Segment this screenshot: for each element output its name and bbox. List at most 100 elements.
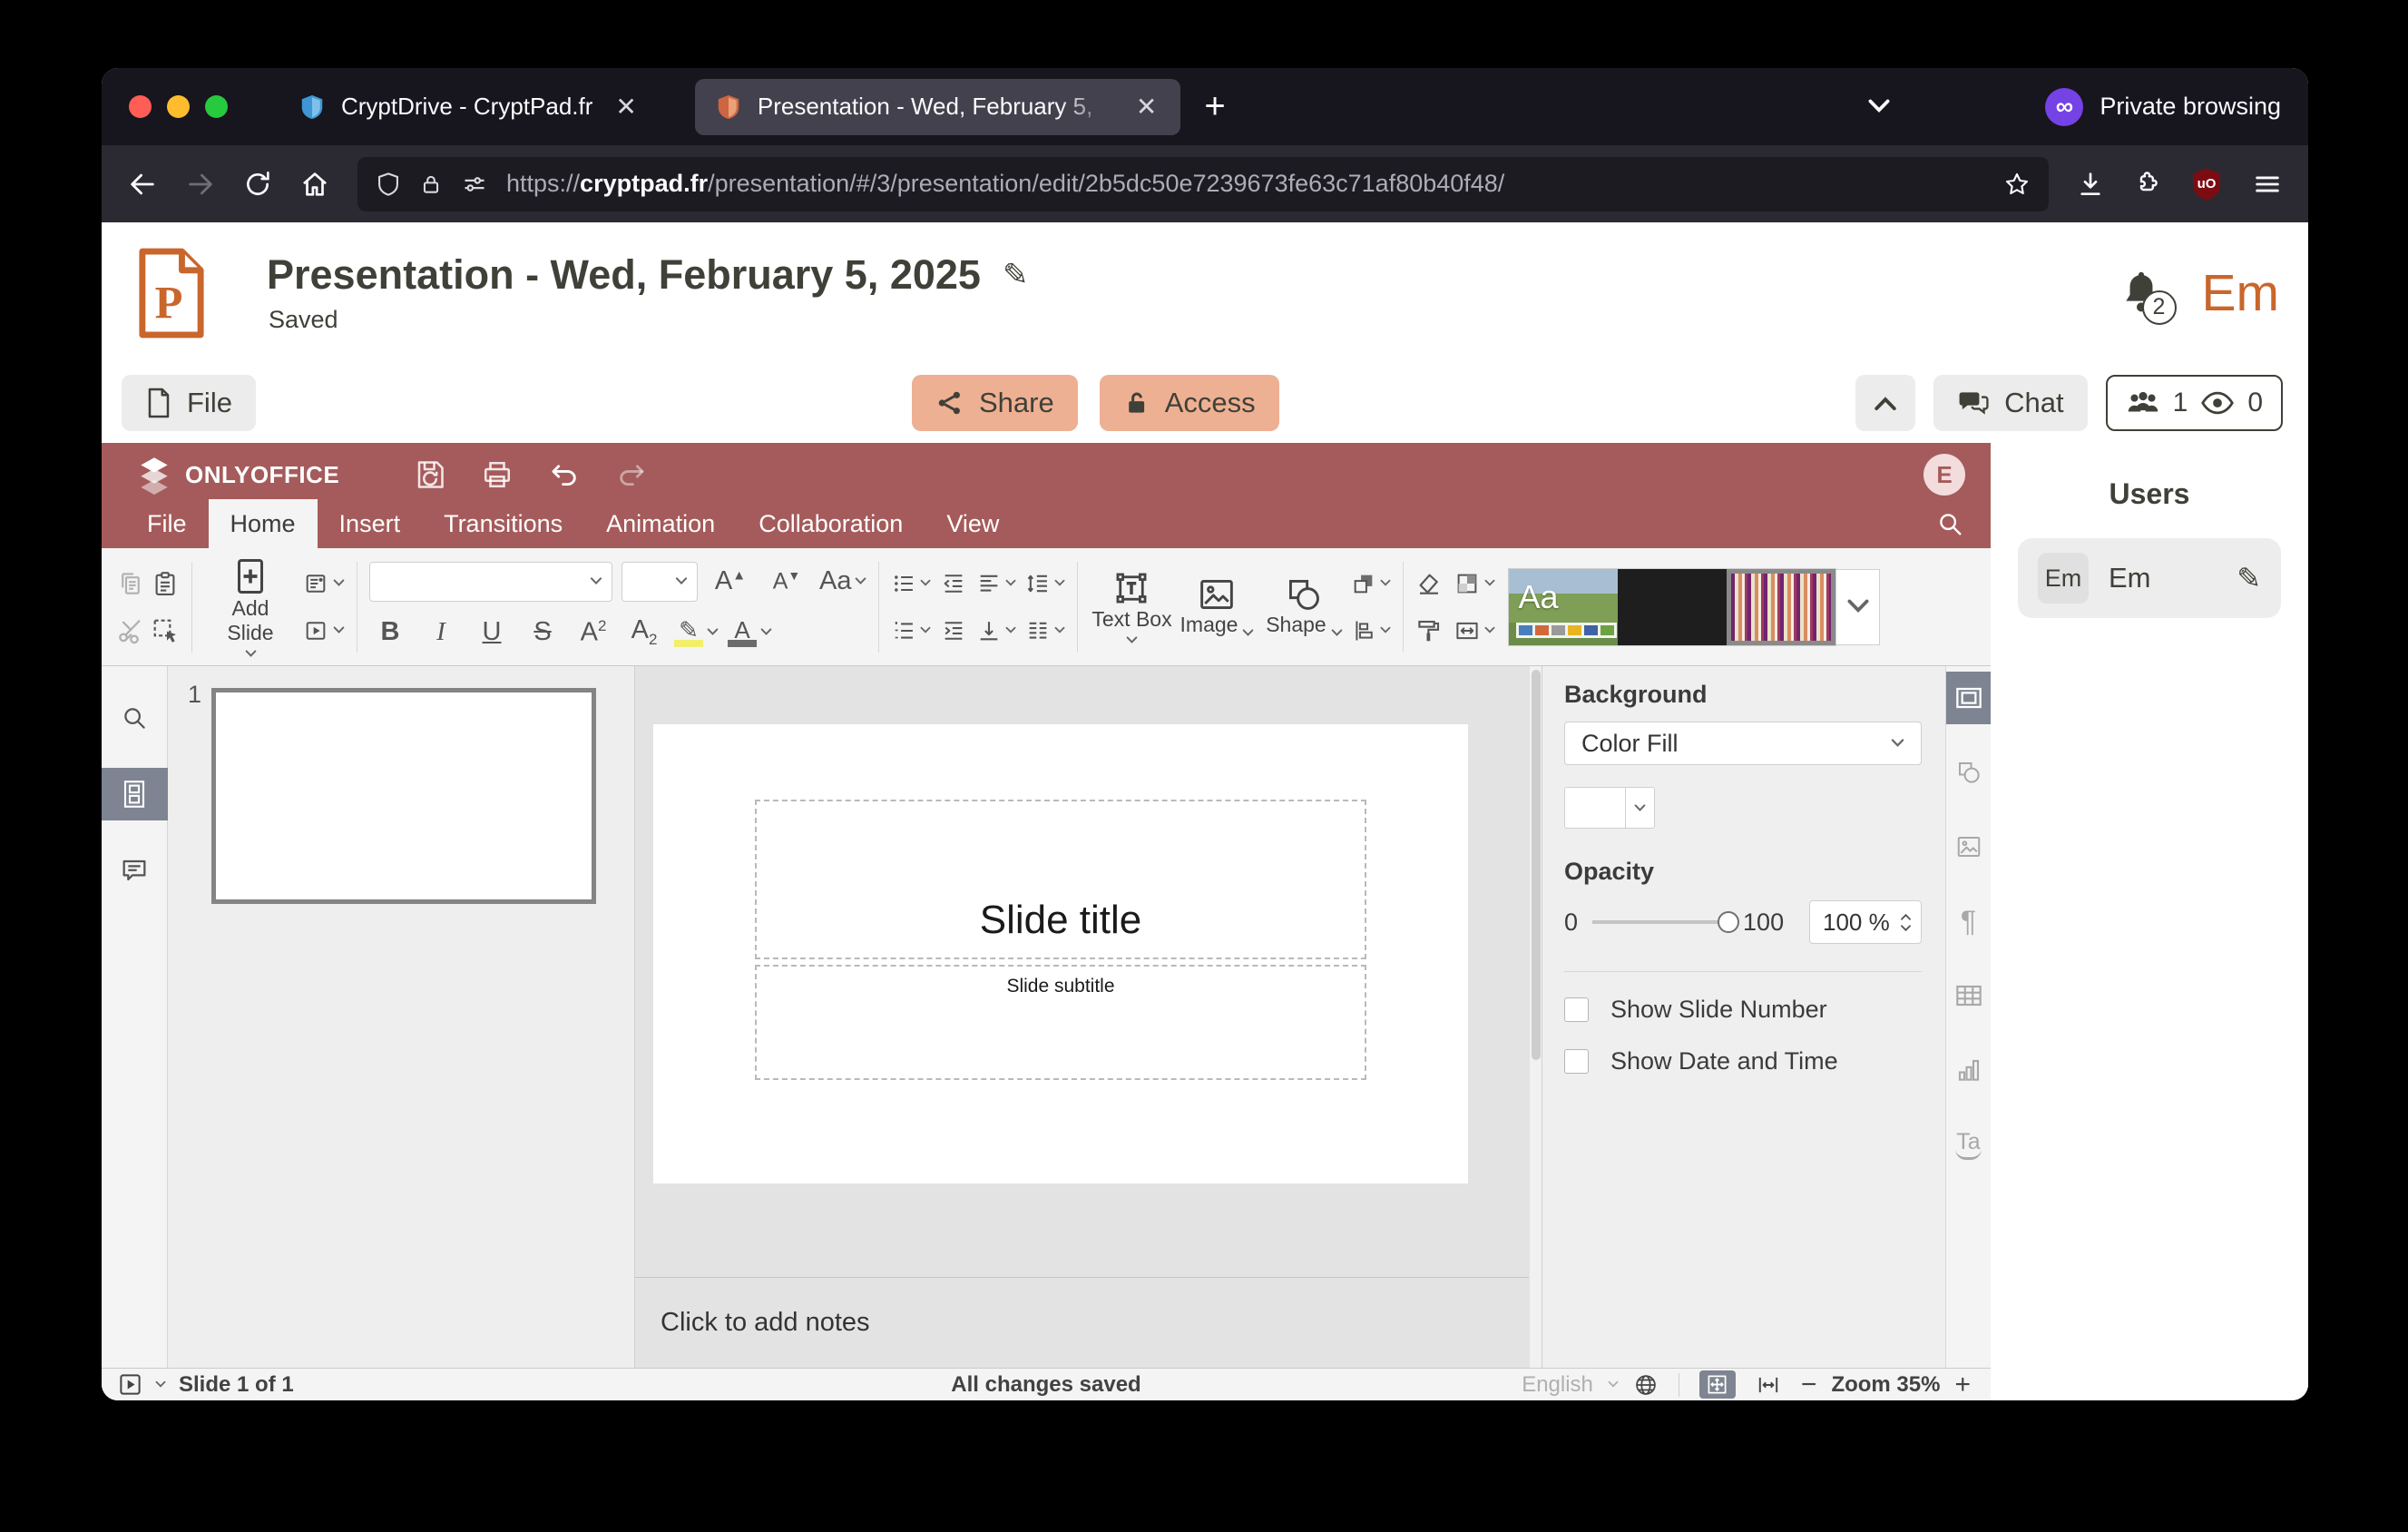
permissions-icon[interactable] bbox=[461, 172, 488, 197]
bookmark-star-icon[interactable] bbox=[2003, 171, 2031, 198]
paragraph-settings-tab[interactable]: ¶ bbox=[1946, 895, 1992, 948]
vertical-align-icon[interactable] bbox=[976, 618, 1016, 643]
horizontal-align-icon[interactable] bbox=[976, 571, 1016, 596]
find-panel-button[interactable] bbox=[102, 692, 168, 744]
undo-icon[interactable] bbox=[548, 459, 581, 490]
image-button[interactable]: Image bbox=[1173, 576, 1260, 637]
url-bar[interactable]: https://cryptpad.fr/presentation/#/3/pre… bbox=[357, 157, 2049, 211]
reload-icon[interactable] bbox=[243, 170, 272, 199]
tab-close-icon[interactable]: ✕ bbox=[608, 92, 643, 122]
access-button[interactable]: Access bbox=[1100, 375, 1279, 431]
notes-area[interactable]: Click to add notes bbox=[635, 1277, 1529, 1368]
menu-tab-insert[interactable]: Insert bbox=[318, 499, 423, 548]
themes-expand-button[interactable] bbox=[1836, 569, 1880, 645]
chat-button[interactable]: Chat bbox=[1933, 375, 2087, 431]
background-fill-select[interactable]: Color Fill bbox=[1564, 722, 1922, 765]
chart-settings-tab[interactable] bbox=[1946, 1044, 1992, 1096]
tab-cryptdrive[interactable]: CryptDrive - CryptPad.fr ✕ bbox=[299, 92, 644, 122]
strikethrough-icon[interactable]: S bbox=[522, 617, 563, 647]
decrease-indent-icon[interactable] bbox=[940, 571, 967, 596]
tab-close-icon[interactable]: ✕ bbox=[1129, 92, 1164, 122]
fill-color-swatch[interactable] bbox=[1564, 787, 1626, 829]
select-all-icon[interactable] bbox=[151, 616, 180, 645]
zoom-in-button[interactable]: + bbox=[1954, 1371, 1971, 1399]
forward-icon[interactable] bbox=[185, 169, 216, 200]
menu-tab-view[interactable]: View bbox=[925, 499, 1021, 548]
redo-icon[interactable] bbox=[615, 459, 648, 490]
superscript-icon[interactable]: A2 bbox=[573, 617, 614, 648]
increase-indent-icon[interactable] bbox=[940, 618, 967, 643]
opacity-spinner[interactable]: 100 % bbox=[1809, 900, 1922, 944]
textart-settings-tab[interactable]: Ta bbox=[1946, 1118, 1992, 1171]
fit-to-slide-button[interactable] bbox=[1699, 1370, 1736, 1399]
font-name-select[interactable] bbox=[369, 562, 612, 602]
menu-tab-transitions[interactable]: Transitions bbox=[422, 499, 584, 548]
table-settings-tab[interactable] bbox=[1946, 969, 1992, 1022]
image-settings-tab[interactable] bbox=[1946, 820, 1992, 873]
show-date-time-checkbox[interactable] bbox=[1564, 1049, 1589, 1074]
bold-icon[interactable]: B bbox=[369, 617, 411, 647]
menu-tab-home[interactable]: Home bbox=[209, 499, 318, 548]
language-chevron-icon[interactable] bbox=[1608, 1380, 1619, 1389]
highlight-color-icon[interactable]: ✎ bbox=[674, 618, 719, 647]
font-color-icon[interactable]: A bbox=[728, 618, 772, 647]
close-window-button[interactable] bbox=[129, 95, 152, 118]
scrollbar-thumb[interactable] bbox=[1532, 670, 1541, 1060]
slide-canvas-area[interactable]: Slide title Slide subtitle bbox=[635, 666, 1529, 1277]
font-size-select[interactable] bbox=[622, 562, 698, 602]
cut-icon[interactable] bbox=[116, 616, 145, 645]
slide-layout-button[interactable] bbox=[302, 571, 345, 596]
minimize-window-button[interactable] bbox=[167, 95, 190, 118]
slide-size-button[interactable] bbox=[1454, 617, 1495, 644]
extensions-puzzle-icon[interactable] bbox=[2132, 170, 2161, 199]
print-icon[interactable] bbox=[481, 458, 514, 491]
fill-color-chevron-icon[interactable] bbox=[1626, 787, 1655, 829]
spinner-up-icon[interactable] bbox=[1900, 913, 1912, 920]
slide-subtitle-placeholder[interactable]: Slide subtitle bbox=[755, 965, 1366, 1080]
fit-to-width-button[interactable] bbox=[1750, 1370, 1786, 1399]
notifications-button[interactable]: 2 bbox=[2120, 270, 2162, 316]
slide-settings-tab[interactable] bbox=[1946, 672, 1992, 724]
collapse-toolbar-button[interactable] bbox=[1855, 375, 1915, 431]
slide-fill-button[interactable] bbox=[1454, 570, 1495, 597]
paste-icon[interactable] bbox=[152, 569, 179, 598]
url-text[interactable]: https://cryptpad.fr/presentation/#/3/pre… bbox=[506, 170, 1985, 198]
edit-user-name-icon[interactable]: ✎ bbox=[2237, 561, 2261, 595]
copy-style-icon[interactable] bbox=[1415, 617, 1443, 644]
save-icon[interactable] bbox=[414, 457, 446, 492]
spinner-down-icon[interactable] bbox=[1900, 925, 1912, 932]
show-slide-number-checkbox[interactable] bbox=[1564, 997, 1589, 1022]
text-box-button[interactable]: Text Box bbox=[1090, 569, 1173, 644]
ublock-origin-icon[interactable]: uO bbox=[2188, 164, 2225, 204]
document-title[interactable]: Presentation - Wed, February 5, 2025 bbox=[267, 251, 981, 299]
tracking-protection-shield-icon[interactable] bbox=[376, 172, 401, 197]
menu-tab-animation[interactable]: Animation bbox=[584, 499, 737, 548]
menu-hamburger-icon[interactable] bbox=[2252, 169, 2283, 200]
zoom-window-button[interactable] bbox=[205, 95, 228, 118]
arrange-shape-button[interactable] bbox=[1351, 571, 1391, 596]
zoom-out-button[interactable]: − bbox=[1801, 1371, 1817, 1399]
clear-style-icon[interactable] bbox=[1415, 570, 1443, 597]
slideshow-options-chevron-icon[interactable] bbox=[155, 1380, 166, 1389]
list-all-tabs-chevron-icon[interactable] bbox=[1867, 99, 1891, 114]
line-spacing-icon[interactable] bbox=[1025, 571, 1065, 596]
editor-user-avatar[interactable]: E bbox=[1923, 454, 1965, 496]
menu-tab-file[interactable]: File bbox=[125, 499, 209, 548]
opacity-slider-knob[interactable] bbox=[1718, 911, 1739, 933]
theme-dark-thumbnail[interactable] bbox=[1618, 569, 1727, 645]
share-button[interactable]: Share bbox=[912, 375, 1078, 431]
numbering-icon[interactable] bbox=[891, 618, 931, 643]
menu-tab-collaboration[interactable]: Collaboration bbox=[737, 499, 925, 548]
show-slide-number-row[interactable]: Show Slide Number bbox=[1564, 996, 1922, 1024]
back-icon[interactable] bbox=[127, 169, 158, 200]
columns-icon[interactable] bbox=[1025, 618, 1065, 643]
file-button[interactable]: File bbox=[122, 375, 256, 431]
slides-panel-button[interactable] bbox=[102, 768, 168, 820]
opacity-slider[interactable] bbox=[1592, 920, 1728, 924]
change-case-icon[interactable]: Aa bbox=[819, 566, 866, 596]
italic-icon[interactable]: I bbox=[420, 617, 462, 647]
edit-title-icon[interactable]: ✎ bbox=[1003, 257, 1029, 293]
canvas-scrollbar[interactable] bbox=[1529, 666, 1542, 1368]
underline-icon[interactable]: U bbox=[471, 617, 513, 647]
account-avatar[interactable]: Em bbox=[2202, 263, 2280, 323]
